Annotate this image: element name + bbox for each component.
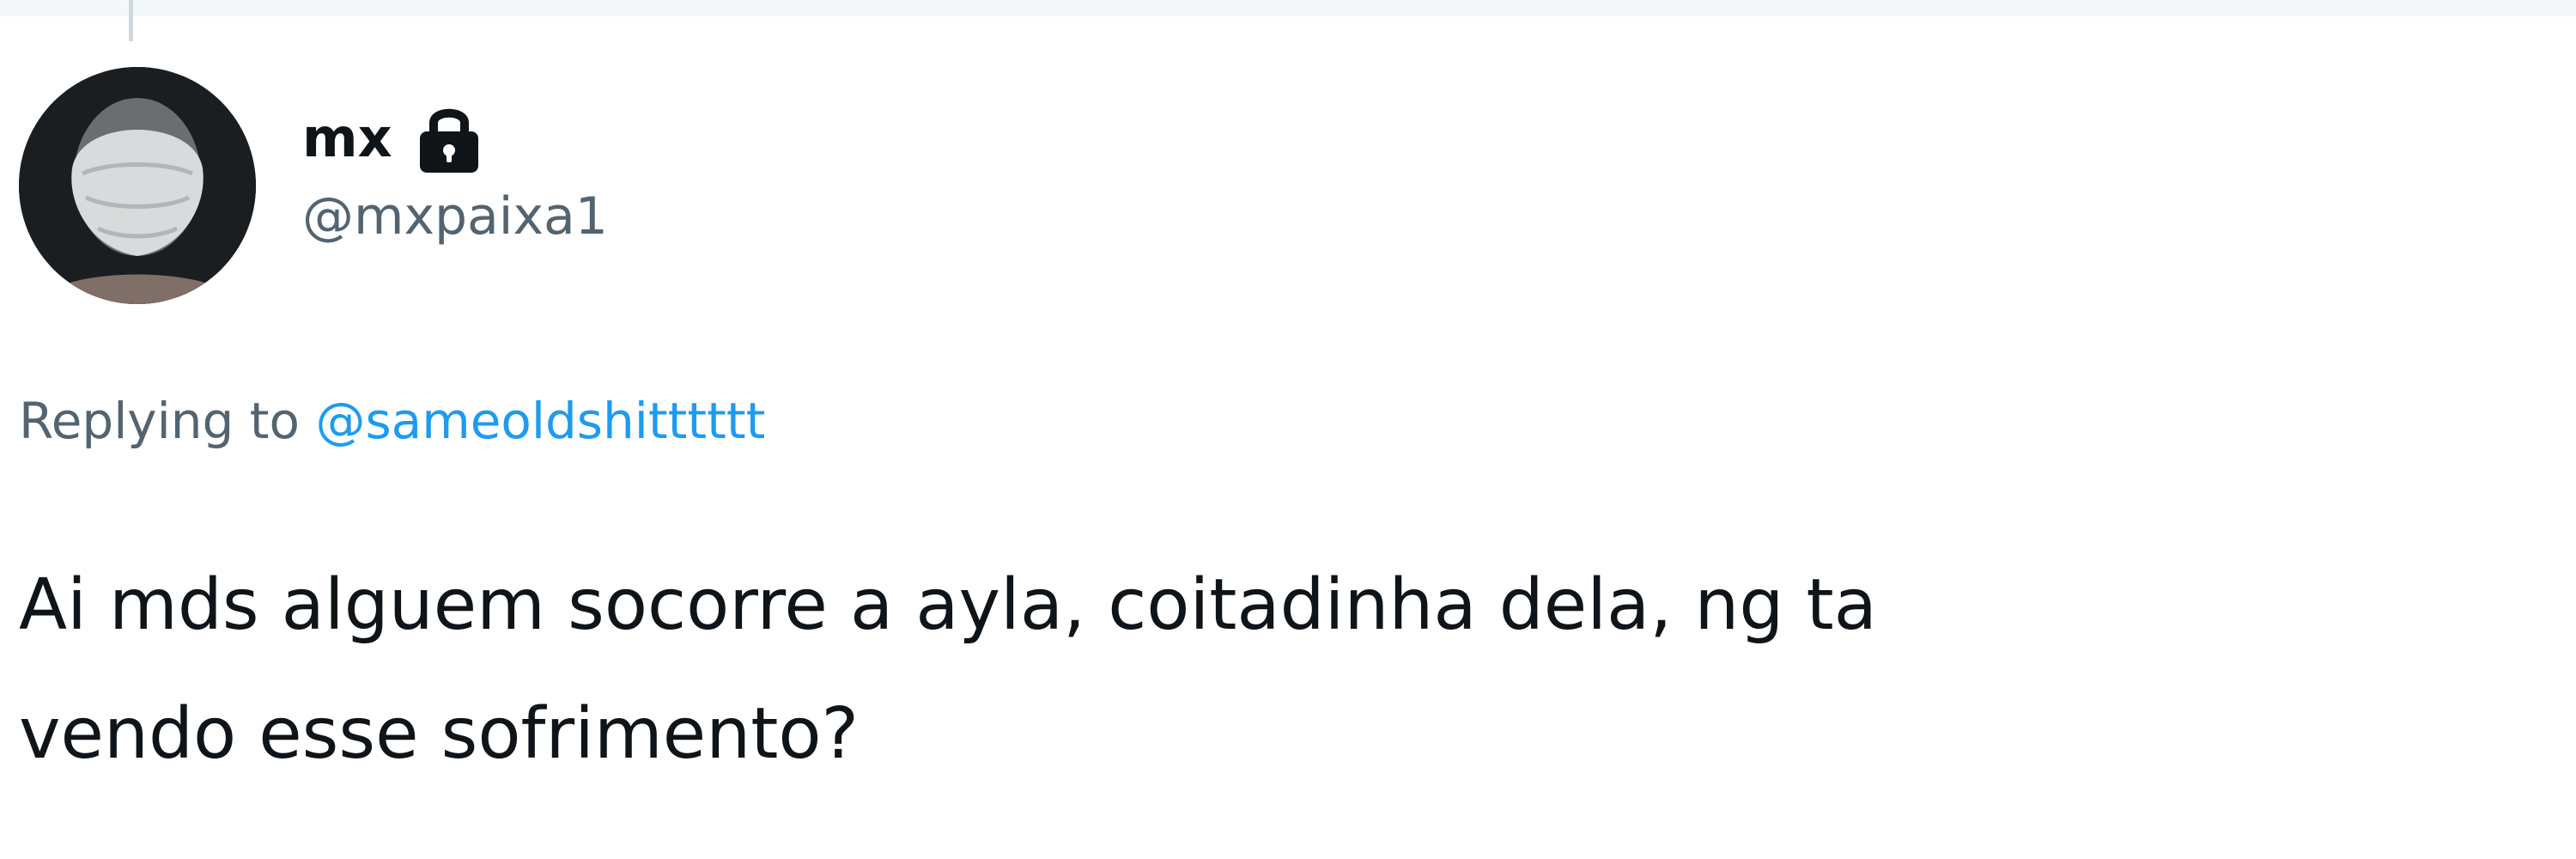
replying-to-line: Replying to @sameoldshitttttt [19,392,765,452]
display-name[interactable]: mx [302,112,392,165]
tweet-text-line-1: Ai mds alguem socorre a ayla, coitadinha… [19,564,1877,646]
thread-connector-line [129,0,133,41]
user-handle[interactable]: @mxpaixa1 [302,191,608,242]
tweet-user-info: mx @mxpaixa1 [302,101,608,242]
replying-to-handle-link[interactable]: @sameoldshitttttt [315,392,765,450]
masked-face-avatar-icon [19,67,256,304]
avatar[interactable] [19,67,256,304]
tweet-screenshot: mx @mxpaixa1 Replying to @sameoldshitttt… [0,0,2576,859]
tweet-text-line-2: vendo esse sofrimento? [19,693,860,775]
display-name-row[interactable]: mx [302,101,608,175]
replying-to-label: Replying to [19,392,300,450]
lock-icon [410,101,489,176]
top-divider [0,0,2576,16]
tweet-text: Ai mds alguem socorre a ayla, coitadinha… [19,541,2561,799]
